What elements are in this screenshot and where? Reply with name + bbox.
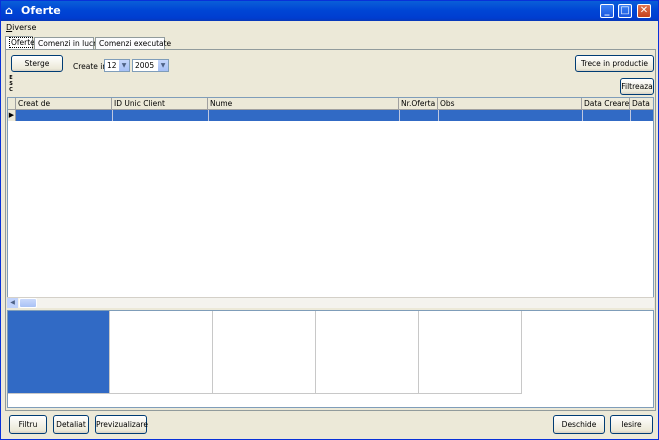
main-window: ⌂ Oferte _ □ ✕ Diverse Oferte Comenzi in…	[0, 0, 659, 440]
esc-label: ESC	[9, 75, 13, 93]
app-icon: ⌂	[5, 4, 13, 17]
minimize-icon: _	[604, 5, 610, 16]
trece-in-productie-button[interactable]: Trece in productie	[575, 55, 654, 72]
col-header-nume[interactable]: Nume	[208, 98, 399, 110]
menu-bar: Diverse	[1, 21, 658, 35]
col-header-id-unic-client[interactable]: ID Unic Client	[112, 98, 208, 110]
bottom-bar: Filtru Detaliat Previzualizare Deschide …	[1, 413, 658, 439]
window-title: Oferte	[21, 4, 61, 17]
dropdown-arrow-icon: ▼	[157, 60, 168, 71]
filtru-button[interactable]: Filtru	[9, 415, 47, 434]
col-header-obs[interactable]: Obs	[438, 98, 582, 110]
row-divider	[438, 110, 439, 121]
close-button[interactable]: ✕	[637, 4, 651, 18]
row-divider	[582, 110, 583, 121]
scroll-thumb[interactable]	[19, 298, 37, 308]
preview-panel[interactable]	[110, 311, 213, 394]
detaliat-button[interactable]: Detaliat	[53, 415, 89, 434]
deschide-button[interactable]: Deschide	[553, 415, 605, 434]
previzualizare-button[interactable]: Previzualizare	[95, 415, 148, 434]
minimize-button[interactable]: _	[600, 4, 614, 18]
menu-diverse[interactable]: Diverse	[6, 23, 36, 32]
preview-strip	[7, 310, 654, 408]
close-icon: ✕	[639, 5, 649, 16]
title-bar[interactable]: ⌂ Oferte _ □ ✕	[1, 1, 658, 21]
year-select[interactable]: 2005 ▼	[132, 59, 169, 72]
row-indicator-icon: ▶	[8, 110, 16, 121]
row-divider	[630, 110, 631, 121]
maximize-icon: □	[620, 5, 630, 16]
offers-grid[interactable]: Creat de ID Unic Client Nume Nr.Oferta O…	[7, 97, 654, 307]
preview-panel[interactable]	[419, 311, 522, 394]
col-header-creat-de[interactable]: Creat de	[16, 98, 112, 110]
dropdown-arrow-icon: ▼	[118, 60, 129, 71]
row-divider	[208, 110, 209, 121]
sterge-button[interactable]: Sterge	[11, 55, 63, 72]
col-header-nr-oferta[interactable]: Nr.Oferta	[399, 98, 438, 110]
tab-oferte[interactable]: Oferte	[5, 36, 37, 50]
month-select[interactable]: 12 ▼	[104, 59, 130, 72]
grid-corner	[8, 98, 16, 110]
preview-panel[interactable]	[316, 311, 419, 394]
row-divider	[112, 110, 113, 121]
maximize-button[interactable]: □	[618, 4, 632, 18]
preview-panel[interactable]	[8, 311, 110, 394]
scroll-left-arrow-icon[interactable]: ◀	[7, 298, 18, 308]
horizontal-scrollbar[interactable]: ◀	[7, 297, 654, 308]
row-divider	[399, 110, 400, 121]
preview-panel[interactable]	[213, 311, 316, 394]
col-header-data-creare[interactable]: Data Creare	[582, 98, 630, 110]
col-header-data-m[interactable]: Data M	[630, 98, 653, 110]
filtreaza-button[interactable]: Filtreaza	[620, 78, 654, 95]
iesire-button[interactable]: Iesire	[610, 415, 653, 434]
